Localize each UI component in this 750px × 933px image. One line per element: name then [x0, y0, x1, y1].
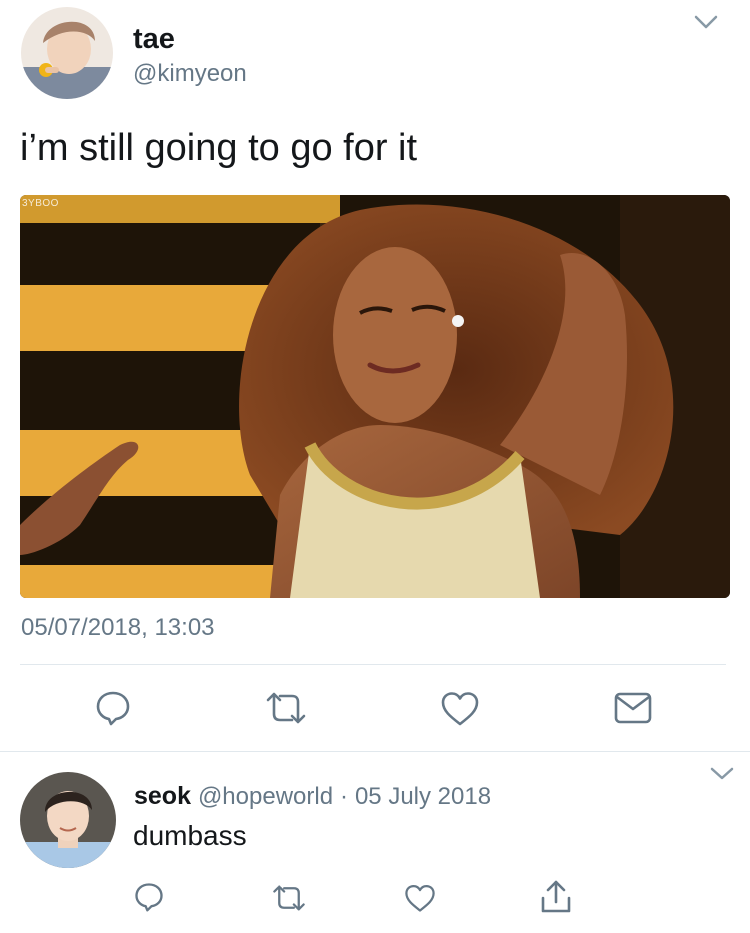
chevron-down-icon[interactable]: [694, 14, 718, 30]
media-watermark: 3YBOO: [22, 198, 59, 209]
retweet-icon[interactable]: [264, 692, 308, 724]
reply-retweet-icon[interactable]: [271, 885, 307, 911]
reply-display-name[interactable]: seok: [134, 782, 191, 810]
tweet-timestamp[interactable]: 05/07/2018, 13:03: [21, 614, 215, 642]
reply-reply-icon[interactable]: [134, 882, 164, 912]
like-icon[interactable]: [440, 691, 480, 727]
tweet-text: i’m still going to go for it: [20, 127, 418, 169]
reply-separator: ·: [340, 783, 348, 810]
reply-author-avatar[interactable]: [20, 772, 116, 868]
author-handle[interactable]: @kimyeon: [133, 60, 247, 88]
author-display-name[interactable]: tae: [133, 23, 175, 56]
reply-handle[interactable]: @hopeworld: [198, 783, 333, 810]
reply-icon[interactable]: [95, 690, 131, 726]
author-avatar[interactable]: [21, 7, 113, 99]
share-icon[interactable]: [540, 880, 572, 914]
reply-date[interactable]: 05 July 2018: [355, 783, 491, 810]
tweet-media[interactable]: 3YBOO: [20, 195, 730, 598]
thread-divider: [0, 751, 750, 752]
message-icon[interactable]: [614, 692, 652, 724]
reply-like-icon[interactable]: [404, 884, 436, 913]
reply-text: dumbass: [133, 820, 247, 851]
reply-chevron-down-icon[interactable]: [710, 767, 734, 781]
reply-header: seok @hopeworld · 05 July 2018: [134, 782, 491, 811]
timestamp-divider: [20, 664, 726, 665]
